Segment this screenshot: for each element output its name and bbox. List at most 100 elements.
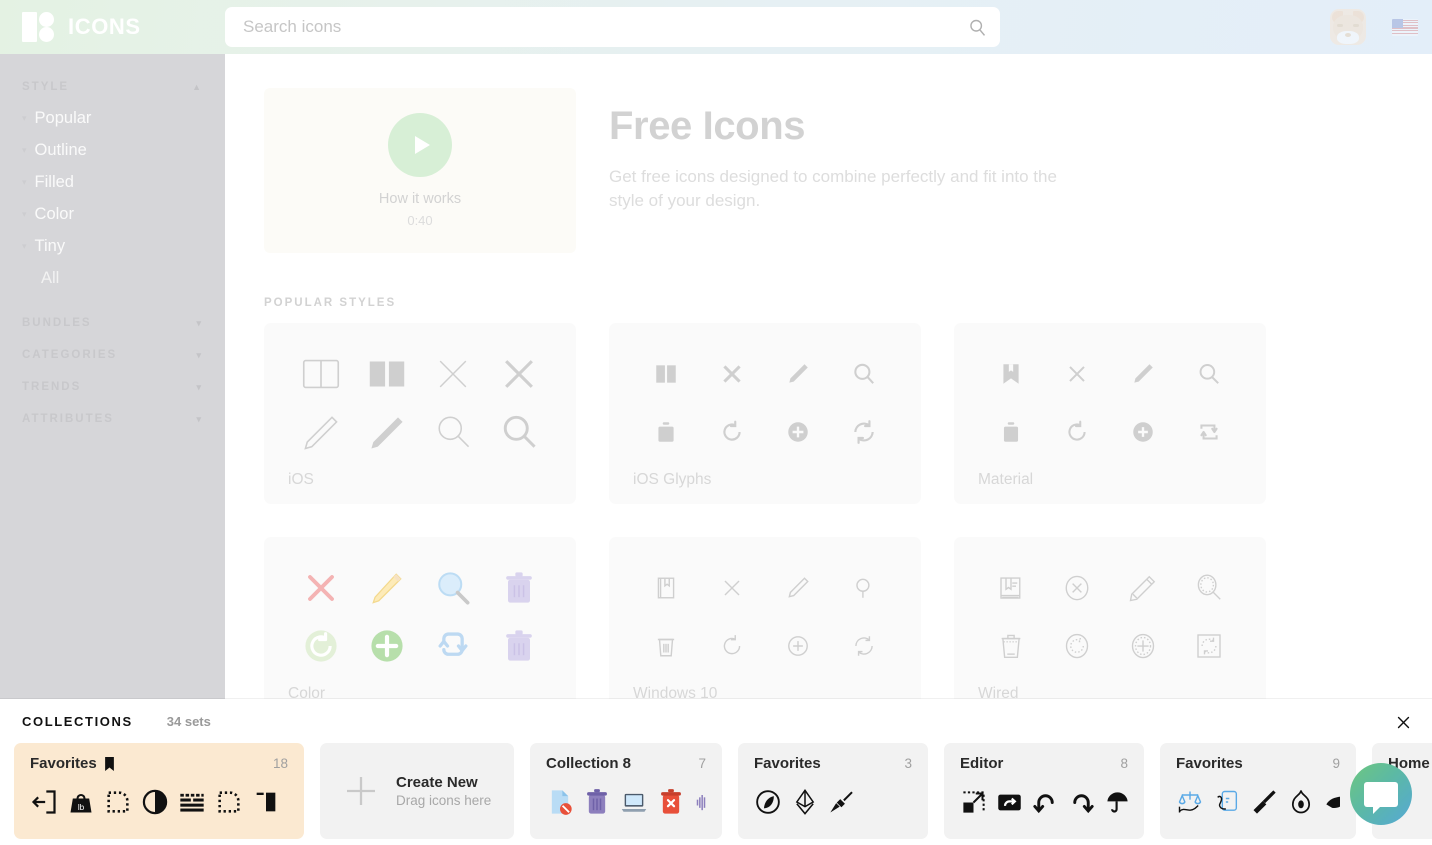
collections-track[interactable]: Favorites 18 lb Create New Drag icons he… bbox=[0, 743, 1432, 839]
leaf-circle-icon[interactable] bbox=[754, 788, 782, 816]
how-it-works-video-card[interactable]: How it works 0:40 bbox=[264, 88, 576, 253]
plus-icon[interactable] bbox=[340, 770, 382, 812]
hand-card-icon[interactable] bbox=[1213, 788, 1241, 816]
sidebar-header-attributes[interactable]: ATTRIBUTES ▾ bbox=[22, 404, 203, 434]
plus-wired-icon[interactable] bbox=[1128, 631, 1158, 661]
book-wired-icon[interactable] bbox=[996, 573, 1026, 603]
play-icon[interactable] bbox=[388, 113, 452, 177]
trash-color2-icon[interactable] bbox=[497, 624, 541, 668]
book-win-icon[interactable] bbox=[653, 575, 679, 601]
collection-card-favorites-9[interactable]: Favorites 9 bbox=[1160, 743, 1356, 839]
book-outline-icon[interactable] bbox=[298, 351, 344, 397]
ethereum-icon[interactable] bbox=[791, 788, 819, 816]
onion-icon[interactable] bbox=[1287, 788, 1315, 816]
brand-logo[interactable]: ICONS bbox=[0, 0, 225, 54]
chevron-down-icon[interactable]: ▾ bbox=[22, 145, 27, 155]
refresh-win-icon[interactable] bbox=[719, 633, 745, 659]
search-icon[interactable] bbox=[1196, 361, 1222, 387]
style-card-material[interactable]: Material bbox=[954, 323, 1266, 504]
chevron-down-icon[interactable]: ▾ bbox=[196, 414, 203, 425]
redo-box-icon[interactable] bbox=[996, 789, 1023, 816]
search-bar[interactable] bbox=[225, 7, 1000, 47]
dart-icon[interactable] bbox=[1250, 788, 1278, 816]
close-bold-icon[interactable] bbox=[497, 352, 541, 396]
pencil-win-icon[interactable] bbox=[785, 575, 811, 601]
sync-wired-icon[interactable] bbox=[1194, 631, 1224, 661]
search-win-icon[interactable] bbox=[851, 575, 877, 601]
plus-circle-win-icon[interactable] bbox=[785, 633, 811, 659]
plus-circle-icon[interactable] bbox=[1130, 419, 1156, 445]
bookmark-icon[interactable] bbox=[998, 361, 1024, 387]
collection-card-favorites-18[interactable]: Favorites 18 lb bbox=[14, 743, 304, 839]
chevron-down-icon[interactable]: ▾ bbox=[22, 209, 27, 219]
plus-color-icon[interactable] bbox=[365, 624, 409, 668]
style-card-windows-10[interactable]: Windows 10 bbox=[609, 537, 921, 699]
collection-card-collection-8[interactable]: Collection 8 7 bbox=[530, 743, 722, 839]
style-card-color[interactable]: Color bbox=[264, 537, 576, 699]
weight-lb-icon[interactable]: lb bbox=[67, 788, 95, 816]
close-icon[interactable] bbox=[1390, 709, 1416, 735]
fox-avatar[interactable] bbox=[1330, 9, 1366, 45]
chat-bubble-icon[interactable] bbox=[1350, 763, 1412, 825]
us-flag-icon[interactable] bbox=[1392, 18, 1418, 36]
repeat-icon[interactable] bbox=[1196, 419, 1222, 445]
resize-expand-icon[interactable] bbox=[960, 789, 987, 816]
pencil-wired-icon[interactable] bbox=[1128, 573, 1158, 603]
trash-win-icon[interactable] bbox=[653, 633, 679, 659]
umbrella-icon[interactable] bbox=[1104, 789, 1128, 816]
book-filled-icon[interactable] bbox=[364, 351, 410, 397]
trash-delete-red-icon[interactable] bbox=[657, 788, 685, 816]
sidebar-item-color[interactable]: ▾ Color bbox=[22, 198, 203, 230]
refresh-wired-icon[interactable] bbox=[1062, 631, 1092, 661]
plus-circle-glyph-icon[interactable] bbox=[785, 419, 811, 445]
collection-card-favorites-3[interactable]: Favorites 3 bbox=[738, 743, 928, 839]
undo-icon[interactable] bbox=[1032, 789, 1059, 816]
search-glyph-icon[interactable] bbox=[851, 361, 877, 387]
sidebar-header-trends[interactable]: TRENDS ▾ bbox=[22, 372, 203, 402]
dashed-shape-icon[interactable] bbox=[104, 788, 132, 816]
chevron-down-icon[interactable]: ▾ bbox=[22, 113, 27, 123]
close-thin-icon[interactable] bbox=[431, 352, 475, 396]
refresh-glyph-icon[interactable] bbox=[719, 419, 745, 445]
sidebar-item-filled[interactable]: ▾ Filled bbox=[22, 166, 203, 198]
refresh-color-icon[interactable] bbox=[299, 624, 343, 668]
trash-icon[interactable] bbox=[998, 419, 1024, 445]
trash-color-icon[interactable] bbox=[497, 566, 541, 610]
search-input[interactable] bbox=[225, 17, 954, 37]
audio-wave-icon[interactable] bbox=[694, 788, 706, 816]
dashed-shape-2-icon[interactable] bbox=[215, 788, 243, 816]
chevron-up-icon[interactable]: ▲ bbox=[192, 82, 203, 92]
file-blocked-icon[interactable] bbox=[546, 788, 574, 816]
sync-color-icon[interactable] bbox=[431, 624, 475, 668]
search-thin-icon[interactable] bbox=[431, 410, 475, 454]
bookmark-pin-icon[interactable] bbox=[104, 756, 115, 771]
plug-icon[interactable] bbox=[828, 788, 856, 816]
trash-wired-icon[interactable] bbox=[996, 631, 1026, 661]
close-icon[interactable] bbox=[1064, 361, 1090, 387]
contrast-icon[interactable] bbox=[141, 788, 169, 816]
leaf-icon[interactable] bbox=[1324, 788, 1340, 816]
style-card-wired[interactable]: Wired bbox=[954, 537, 1266, 699]
style-card-ios[interactable]: iOS bbox=[264, 323, 576, 504]
search-wired-icon[interactable] bbox=[1194, 573, 1224, 603]
pencil-filled-icon[interactable] bbox=[365, 410, 409, 454]
sidebar-header-bundles[interactable]: BUNDLES ▾ bbox=[22, 308, 203, 338]
sync-glyph-icon[interactable] bbox=[851, 419, 877, 445]
pencil-outline-icon[interactable] bbox=[299, 410, 343, 454]
keyboard-icon[interactable] bbox=[178, 788, 206, 816]
laptop-icon[interactable] bbox=[620, 788, 648, 816]
sidebar-item-outline[interactable]: ▾ Outline bbox=[22, 134, 203, 166]
sidebar-header-style[interactable]: STYLE ▲ bbox=[22, 72, 203, 102]
trash-glyph-icon[interactable] bbox=[653, 419, 679, 445]
trash-purple-icon[interactable] bbox=[583, 788, 611, 816]
chevron-down-icon[interactable]: ▾ bbox=[22, 241, 27, 251]
redo-icon[interactable] bbox=[1068, 789, 1095, 816]
pencil-icon[interactable] bbox=[1130, 361, 1156, 387]
chevron-down-icon[interactable]: ▾ bbox=[196, 318, 203, 329]
pencil-glyph-icon[interactable] bbox=[785, 361, 811, 387]
close-win-icon[interactable] bbox=[719, 575, 745, 601]
chevron-down-icon[interactable]: ▾ bbox=[196, 350, 203, 361]
search-bold-icon[interactable] bbox=[497, 410, 541, 454]
sync-win-icon[interactable] bbox=[851, 633, 877, 659]
scales-hand-icon[interactable] bbox=[1176, 788, 1204, 816]
